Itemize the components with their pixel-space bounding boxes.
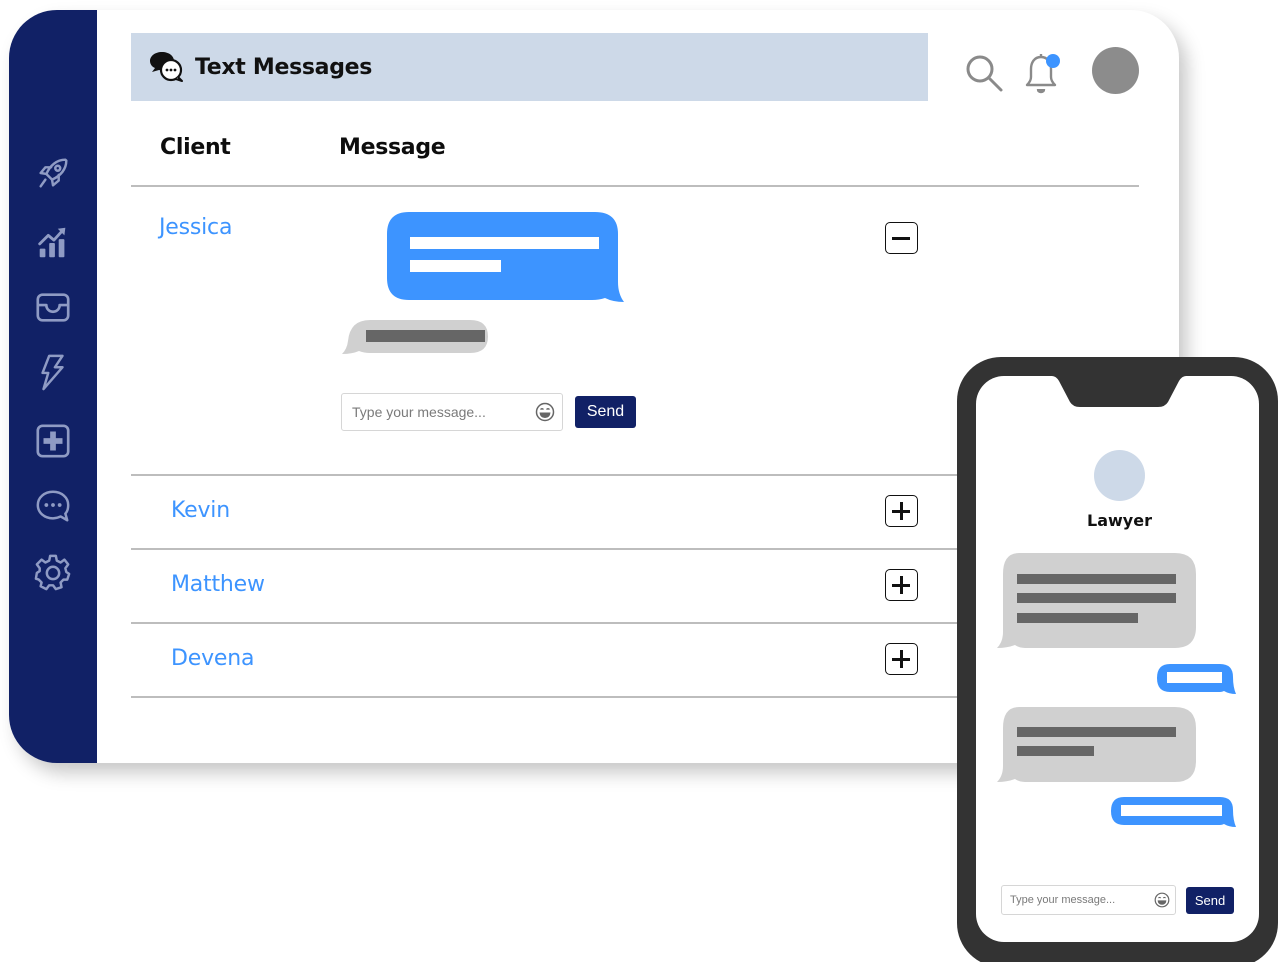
phone-message-input[interactable] [1002, 894, 1150, 906]
phone-mockup: Lawyer Type your message... Send [957, 357, 1278, 962]
client-name[interactable]: Devena [171, 646, 254, 671]
contact-name: Lawyer [1087, 511, 1152, 530]
emoji-icon [1154, 892, 1170, 908]
sidebar-item-settings[interactable] [33, 552, 73, 592]
emoji-icon [535, 402, 555, 422]
inbox-icon [36, 293, 70, 322]
contact-avatar [1094, 450, 1145, 501]
message-text-placeholder [410, 237, 599, 249]
column-header-message: Message [339, 135, 446, 160]
client-name[interactable]: Matthew [171, 572, 265, 597]
sidebar-item-add[interactable] [33, 421, 73, 461]
sidebar-item-automations[interactable] [33, 352, 73, 392]
sidebar-item-analytics[interactable] [33, 222, 73, 262]
message-text-placeholder [1167, 672, 1222, 683]
phone-screen: Lawyer Type your message... Send [976, 376, 1259, 942]
message-input-field[interactable] [341, 393, 563, 431]
lightning-icon [41, 354, 64, 391]
send-button[interactable]: Send [575, 396, 636, 428]
message-input[interactable] [342, 404, 529, 420]
sidebar [9, 10, 97, 763]
chat-icon [36, 490, 70, 522]
emoji-button[interactable] [528, 393, 562, 431]
message-text-placeholder [1017, 593, 1176, 603]
sidebar-item-inbox[interactable] [33, 287, 73, 327]
sidebar-item-messages[interactable] [33, 486, 73, 526]
chart-growth-icon [38, 227, 66, 258]
outgoing-message-bubble [1157, 664, 1236, 694]
outgoing-message-bubble [387, 212, 624, 302]
rocket-icon [39, 158, 68, 188]
emoji-button[interactable] [1150, 885, 1175, 915]
message-text-placeholder [1017, 574, 1176, 584]
message-text-placeholder [1017, 613, 1138, 623]
message-text-placeholder [410, 260, 501, 272]
expand-row-button[interactable] [885, 569, 918, 601]
expand-row-button[interactable] [885, 643, 918, 675]
client-name[interactable]: Kevin [171, 498, 230, 523]
phone-notch [1052, 376, 1186, 407]
expand-row-button[interactable] [885, 495, 918, 527]
message-text-placeholder [366, 330, 485, 342]
message-text-placeholder [1017, 727, 1176, 737]
client-name[interactable]: Jessica [159, 215, 232, 240]
notification-badge [1046, 54, 1060, 68]
page-title: Text Messages [195, 54, 373, 80]
plus-square-icon [36, 424, 70, 458]
incoming-message-bubble [997, 553, 1196, 648]
phone-send-button[interactable]: Send [1186, 887, 1234, 914]
sidebar-item-launch[interactable] [33, 153, 73, 193]
gear-icon [34, 554, 71, 591]
phone-message-input-field[interactable] [1001, 885, 1176, 915]
incoming-message-bubble [997, 707, 1196, 782]
page-header: Text Messages [131, 33, 928, 101]
outgoing-message-bubble [1111, 797, 1236, 827]
notifications-button[interactable] [1021, 52, 1061, 96]
collapse-row-button[interactable] [885, 222, 918, 254]
column-header-client: Client [160, 135, 231, 160]
chat-bubbles-icon [150, 52, 183, 82]
message-text-placeholder [1121, 805, 1222, 816]
message-text-placeholder [1017, 746, 1094, 756]
user-avatar[interactable] [1092, 47, 1139, 94]
incoming-message-bubble [342, 320, 488, 354]
search-icon[interactable] [963, 52, 1005, 94]
header-divider [131, 185, 1139, 187]
